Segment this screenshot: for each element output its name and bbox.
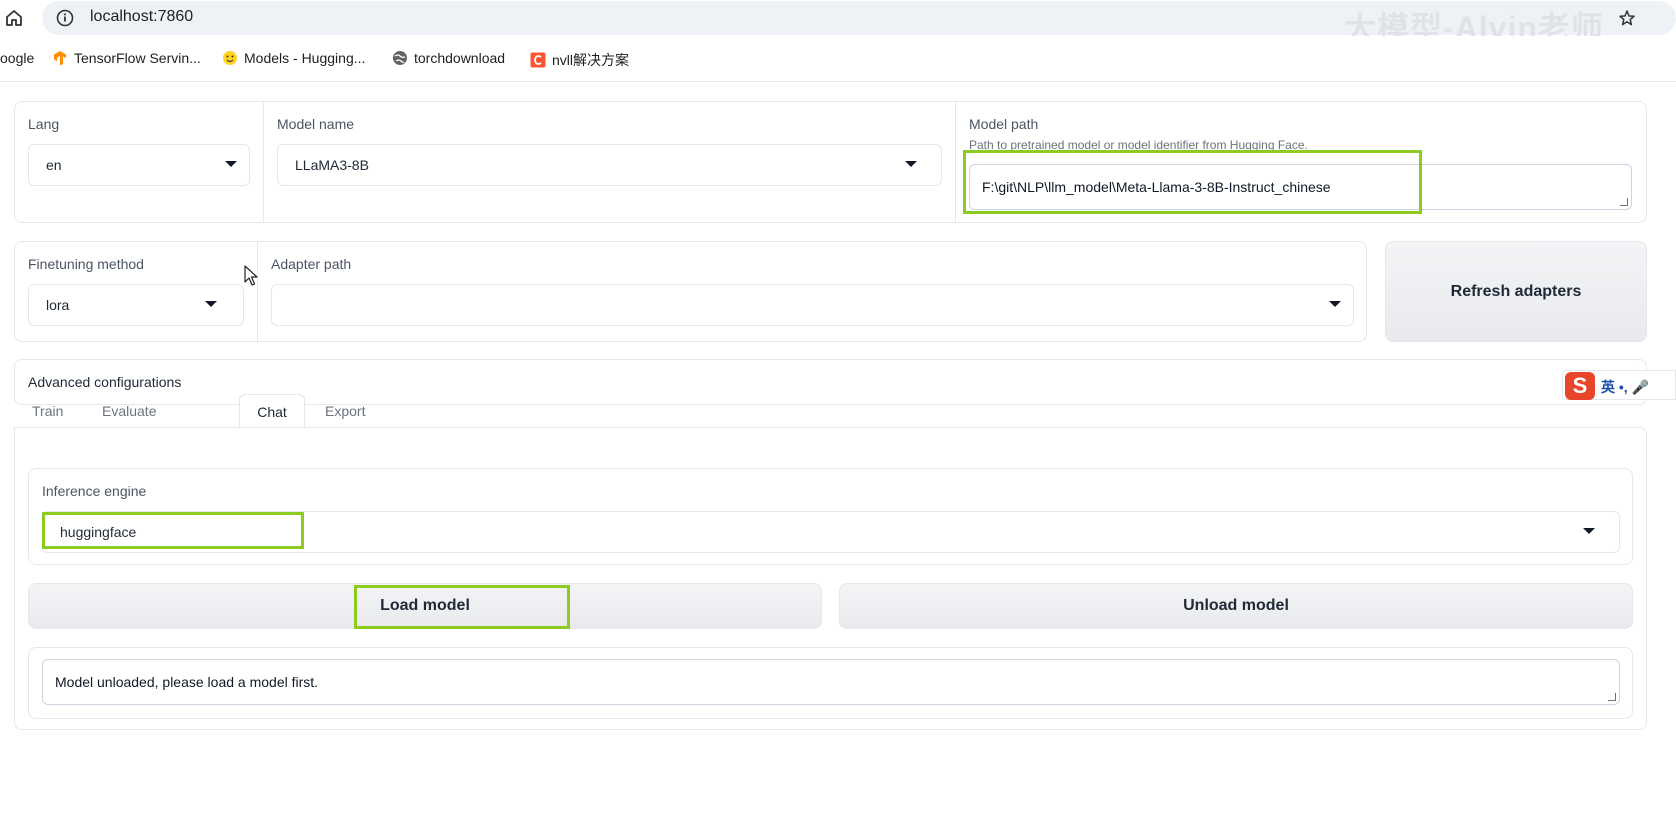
status-textbox[interactable]: Model unloaded, please load a model firs… — [42, 659, 1620, 705]
chevron-down-icon — [225, 161, 237, 167]
home-icon[interactable] — [4, 8, 24, 28]
tab-chat[interactable]: Chat — [239, 394, 305, 428]
ime-toolbar[interactable]: S 英 •, 🎤 — [1562, 370, 1676, 400]
advanced-configurations-label: Advanced configurations — [28, 374, 182, 390]
adapter-settings-panel: Finetuning method lora Adapter path — [14, 241, 1367, 342]
bookmark-torchdownload[interactable]: torchdownload — [392, 50, 505, 66]
bookmark-google[interactable]: oogle — [0, 50, 34, 66]
model-name-cell: Model name LLaMA3-8B — [264, 102, 956, 222]
resize-grip-icon[interactable] — [1608, 693, 1616, 701]
ime-status-text: 英 •, 🎤 — [1601, 379, 1650, 395]
sogou-logo-icon: S — [1565, 372, 1595, 400]
lang-value: en — [46, 157, 62, 173]
info-icon[interactable] — [56, 9, 74, 27]
bookmark-huggingface[interactable]: Models - Hugging... — [222, 50, 365, 66]
star-icon[interactable] — [1618, 9, 1636, 27]
bookmark-nvll[interactable]: nvll解决方案 — [530, 50, 629, 70]
bookmarks-bar: oogle TensorFlow Servin... Models - Hugg… — [0, 36, 1676, 82]
csdn-icon — [530, 52, 546, 68]
url-text[interactable]: localhost:7860 — [90, 8, 193, 26]
bookmark-tensorflow[interactable]: TensorFlow Servin... — [52, 50, 201, 66]
model-name-dropdown[interactable]: LLaMA3-8B — [277, 144, 942, 186]
tensorflow-icon — [54, 51, 66, 66]
chevron-down-icon — [1583, 528, 1595, 534]
model-path-label: Model path — [969, 116, 1039, 132]
status-text: Model unloaded, please load a model firs… — [55, 674, 319, 690]
lang-label: Lang — [28, 116, 60, 132]
tab-train[interactable]: Train — [32, 394, 63, 428]
resize-grip-icon[interactable] — [1620, 198, 1628, 206]
finetuning-method-dropdown[interactable]: lora — [28, 284, 244, 326]
refresh-adapters-button[interactable]: Refresh adapters — [1385, 241, 1647, 342]
highlight-box-load-model — [354, 585, 570, 629]
tab-evaluate-predict[interactable]: Evaluate & Predict — [102, 394, 156, 487]
inference-engine-label: Inference engine — [42, 483, 147, 499]
bookmark-label: oogle — [0, 50, 35, 66]
finetuning-method-label: Finetuning method — [28, 256, 144, 272]
bookmark-label: nvll解决方案 — [552, 52, 630, 68]
chevron-down-icon — [205, 301, 217, 307]
mouse-cursor-icon — [244, 265, 258, 286]
address-bar[interactable]: localhost:7860 大模型-Alvin老师 — [42, 1, 1676, 46]
bookmark-label: Models - Hugging... — [244, 50, 366, 66]
finetuning-cell: Finetuning method lora — [15, 242, 258, 341]
chevron-down-icon — [1329, 301, 1341, 307]
bookmark-label: TensorFlow Servin... — [74, 50, 201, 66]
lang-dropdown[interactable]: en — [28, 144, 250, 186]
model-name-value: LLaMA3-8B — [295, 157, 369, 173]
huggingface-icon — [223, 51, 237, 65]
highlight-box-model-path — [963, 150, 1422, 214]
adapter-path-cell: Adapter path — [258, 242, 1366, 341]
finetuning-method-value: lora — [46, 297, 70, 313]
bookmark-label: torchdownload — [414, 50, 506, 66]
model-name-label: Model name — [277, 116, 355, 132]
tab-export[interactable]: Export — [325, 394, 365, 428]
chevron-down-icon — [905, 161, 917, 167]
unload-model-button[interactable]: Unload model — [839, 583, 1633, 629]
globe-icon — [393, 51, 407, 65]
browser-toolbar: localhost:7860 大模型-Alvin老师 — [0, 0, 1676, 46]
lang-cell: Lang en — [15, 102, 264, 222]
adapter-path-dropdown[interactable] — [271, 284, 1354, 326]
adapter-path-label: Adapter path — [271, 256, 352, 272]
highlight-box-inference-engine — [42, 512, 304, 549]
chat-tab-panel: Inference engine huggingface Load model … — [14, 427, 1647, 730]
status-block: Model unloaded, please load a model firs… — [28, 647, 1633, 719]
